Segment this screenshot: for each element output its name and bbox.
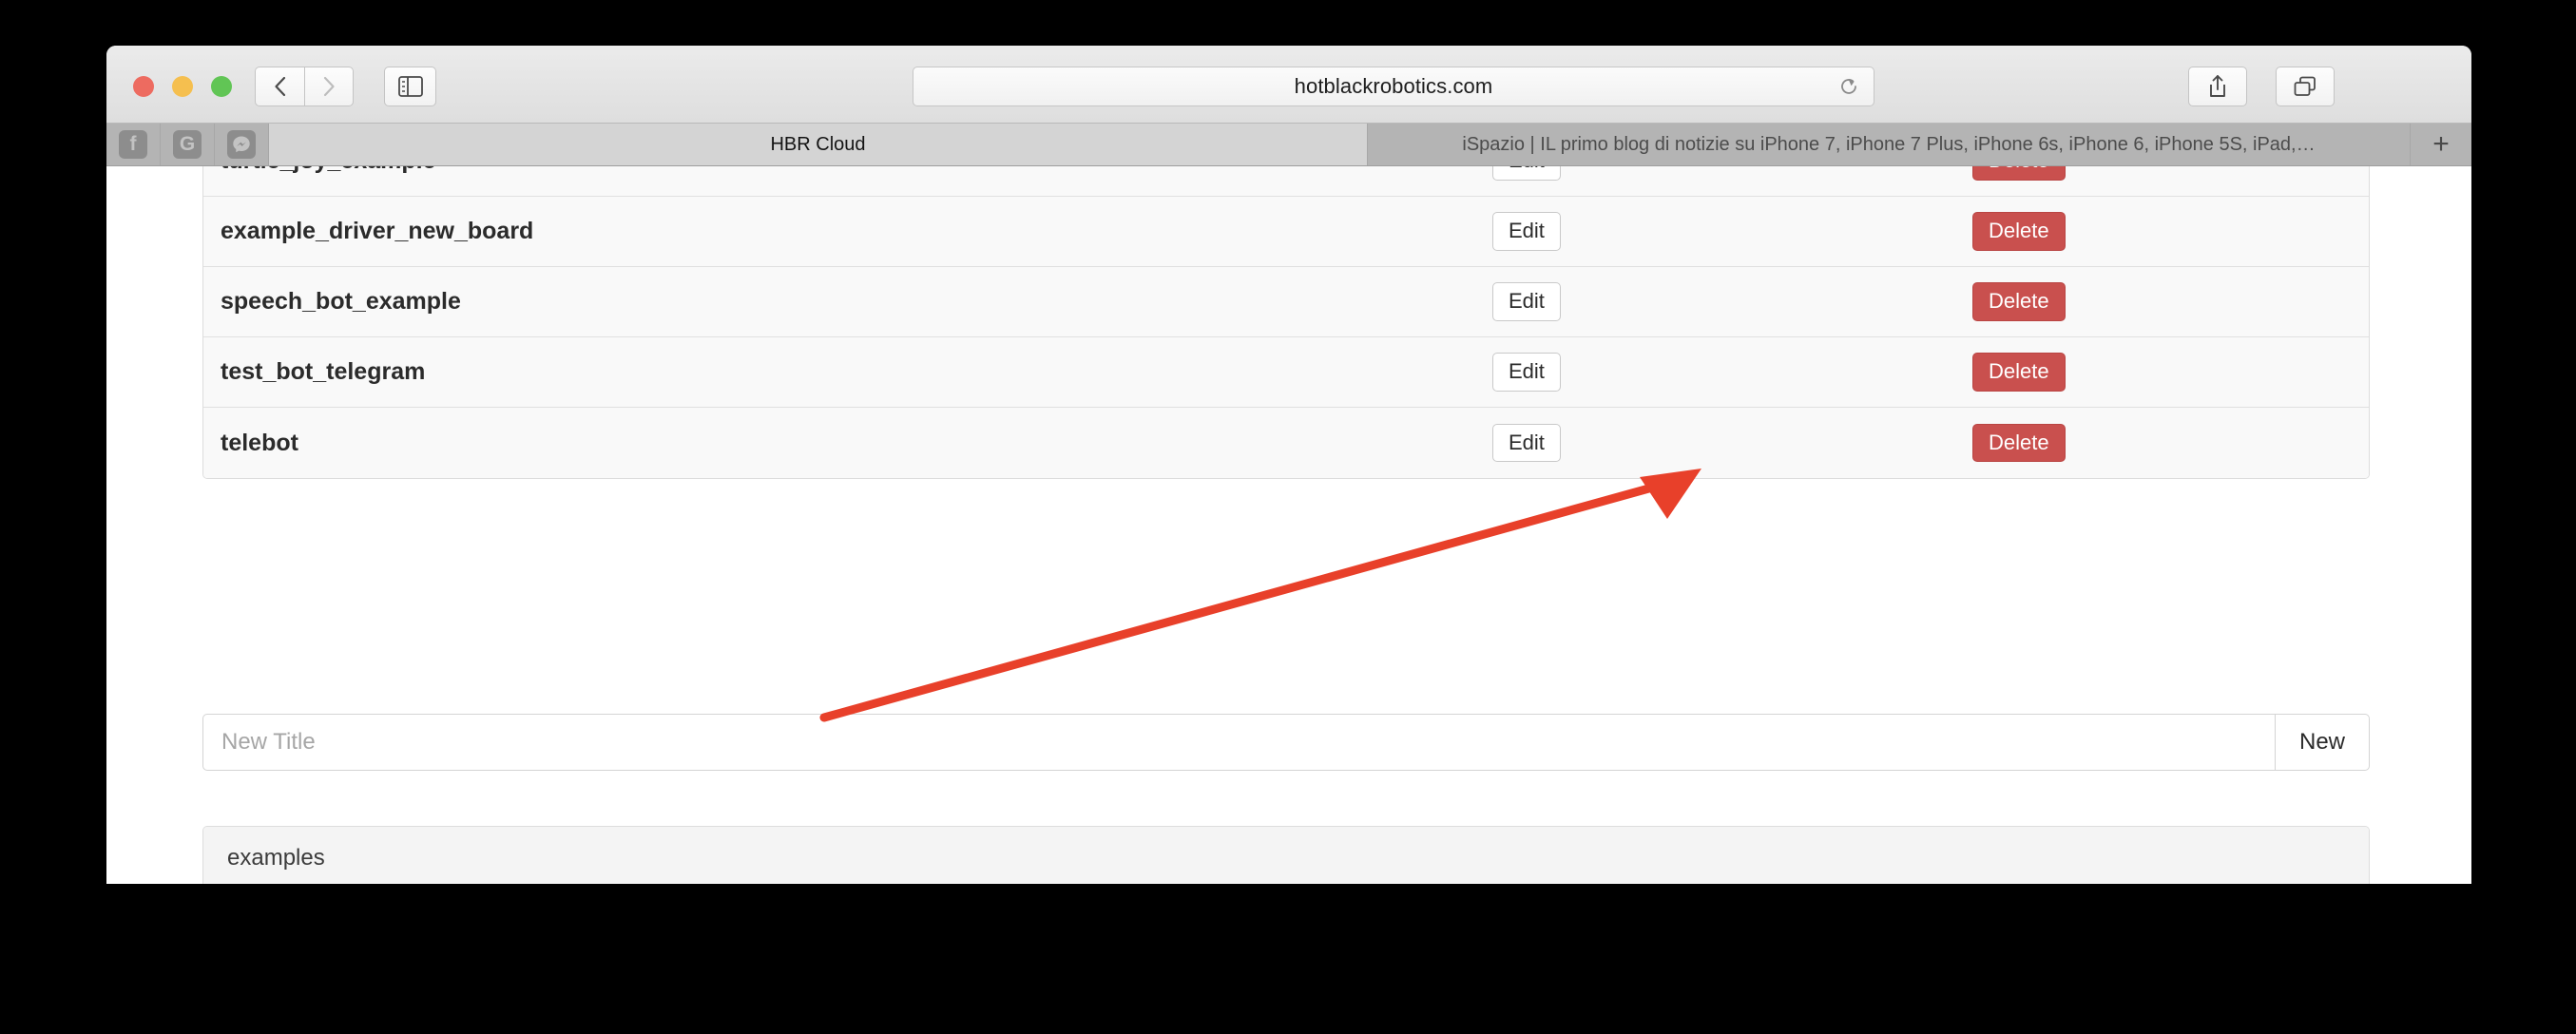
share-icon	[2210, 75, 2225, 97]
window-controls	[133, 76, 232, 97]
tab-bar: f G HBR Cloud iSpazio | IL primo blog di…	[106, 124, 2471, 166]
new-tab-button[interactable]: +	[2411, 124, 2471, 165]
sidebar-toggle-button[interactable]	[384, 67, 436, 106]
browser-toolbar: hotblackrobotics.com	[106, 46, 2471, 124]
delete-cell: Delete	[1806, 282, 2369, 321]
pinned-tab-messenger[interactable]	[215, 124, 269, 165]
app-title: turtle_joy_example	[203, 166, 1492, 175]
delete-cell: Delete	[1806, 212, 2369, 251]
browser-window: hotblackrobotics.com f G HBR Cloud iSpaz…	[106, 46, 2471, 884]
table-row: example_driver_new_board Edit Delete	[203, 197, 2369, 267]
chevron-right-icon	[323, 76, 335, 97]
share-button[interactable]	[2188, 67, 2247, 106]
edit-cell: Edit	[1492, 423, 1806, 463]
app-title: speech_bot_example	[221, 288, 461, 315]
forward-button[interactable]	[304, 67, 354, 106]
my-apps-table: turtle_joy_example Edit Delete example_d…	[202, 166, 2370, 479]
edit-cell: Edit	[1492, 282, 1806, 321]
edit-button[interactable]: Edit	[1492, 353, 1561, 392]
reload-button[interactable]	[1837, 75, 1860, 98]
sidebar-toggle-icon	[397, 76, 423, 97]
edit-cell: Edit	[1492, 353, 1806, 392]
address-bar[interactable]: hotblackrobotics.com	[913, 67, 1874, 106]
edit-cell: Edit	[1492, 212, 1806, 251]
examples-panel: examples Title example_driver View Clone…	[202, 826, 2370, 884]
new-button[interactable]: New	[2275, 714, 2370, 771]
new-item-form: New	[202, 714, 2370, 771]
delete-button[interactable]: Delete	[1972, 423, 2066, 463]
table-row: speech_bot_example Edit Delete	[203, 267, 2369, 337]
edit-cell: Edit	[1492, 166, 1806, 181]
pinned-tab-google[interactable]: G	[161, 124, 215, 165]
tab-label: iSpazio | IL primo blog di notizie su iP…	[1462, 133, 2316, 155]
tab-hbr-cloud[interactable]: HBR Cloud	[269, 124, 1368, 165]
table-row: turtle_joy_example Edit Delete	[203, 166, 2369, 197]
messenger-icon	[227, 130, 256, 159]
table-row: telebot Edit Delete	[203, 408, 2369, 478]
tab-overview-button[interactable]	[2276, 67, 2335, 106]
delete-button[interactable]: Delete	[1972, 282, 2066, 321]
google-icon: G	[173, 130, 202, 159]
facebook-icon: f	[119, 130, 147, 159]
chevron-left-icon	[274, 76, 285, 97]
url-text: hotblackrobotics.com	[1294, 74, 1493, 98]
app-title: test_bot_telegram	[221, 358, 426, 385]
edit-button[interactable]: Edit	[1492, 212, 1561, 251]
table-row: test_bot_telegram Edit Delete	[203, 337, 2369, 408]
delete-button[interactable]: Delete	[1972, 353, 2066, 392]
delete-cell: Delete	[1806, 353, 2369, 392]
plus-icon: +	[2432, 128, 2450, 160]
pinned-tab-facebook[interactable]: f	[106, 124, 161, 165]
delete-button[interactable]: Delete	[1972, 212, 2066, 251]
app-title: telebot	[221, 429, 298, 456]
back-button[interactable]	[255, 67, 304, 106]
edit-button[interactable]: Edit	[1492, 166, 1561, 181]
close-window-button[interactable]	[133, 76, 154, 97]
delete-cell: Delete	[1806, 423, 2369, 463]
tab-label: HBR Cloud	[770, 133, 866, 155]
tab-overview-icon	[2294, 76, 2316, 96]
tab-ispazio[interactable]: iSpazio | IL primo blog di notizie su iP…	[1368, 124, 2411, 165]
reload-icon	[1841, 79, 1856, 94]
app-title: example_driver_new_board	[221, 218, 534, 244]
telebot-edit-button[interactable]: Edit	[1492, 423, 1561, 463]
edit-button[interactable]: Edit	[1492, 282, 1561, 321]
minimize-window-button[interactable]	[172, 76, 193, 97]
new-title-input[interactable]	[202, 714, 2275, 771]
page-content: turtle_joy_example Edit Delete example_d…	[106, 166, 2471, 884]
delete-button[interactable]: Delete	[1972, 166, 2066, 181]
examples-panel-header: examples	[203, 827, 2369, 884]
maximize-window-button[interactable]	[211, 76, 232, 97]
delete-cell: Delete	[1806, 166, 2369, 181]
